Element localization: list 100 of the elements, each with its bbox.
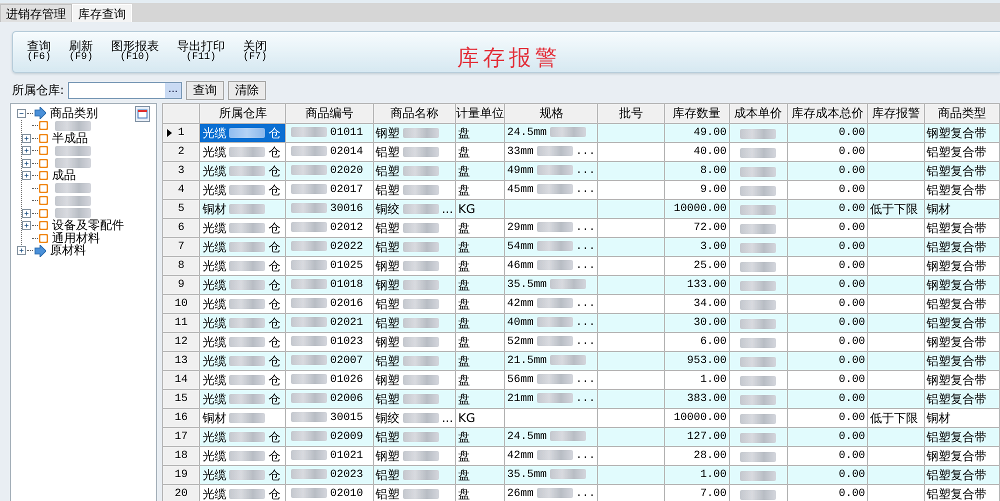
row-header[interactable]: 10 <box>162 294 200 314</box>
blurred-text <box>291 203 328 214</box>
table-cell: 0.00 <box>787 238 868 256</box>
cell-text: 铝塑 <box>376 392 400 406</box>
blurred-text <box>229 204 266 214</box>
cell-text: 01011 <box>330 127 364 139</box>
column-header[interactable]: 商品名称 <box>373 104 456 124</box>
cell-text: 02009 <box>330 431 364 443</box>
column-header[interactable]: 库存成本总价 <box>787 104 868 124</box>
cell-text: 45mm <box>507 184 534 196</box>
row-header[interactable]: 9 <box>162 276 200 294</box>
expand-icon[interactable] <box>22 158 31 168</box>
column-header[interactable]: 库存报警 <box>868 104 924 124</box>
expand-icon[interactable] <box>17 246 26 256</box>
expand-icon[interactable] <box>22 146 31 156</box>
row-header[interactable]: 3 <box>162 162 200 180</box>
row-header[interactable]: 18 <box>162 446 200 466</box>
cell-text: 光缆 <box>202 392 226 406</box>
row-header[interactable]: 1 <box>162 124 200 142</box>
cell-text: 光缆 <box>202 334 226 348</box>
blurred-text <box>740 432 776 443</box>
cell-text: 铜绞 <box>376 202 400 216</box>
cell-text: 49mm <box>507 165 534 177</box>
blurred-text <box>229 299 266 310</box>
node-icon <box>39 221 48 230</box>
row-header[interactable]: 6 <box>162 218 200 238</box>
table-cell: 0.00 <box>787 428 868 446</box>
blurred-text <box>536 260 573 270</box>
row-header[interactable]: 4 <box>162 180 200 200</box>
expand-icon[interactable] <box>22 134 31 143</box>
toolbar-button[interactable]: 图形报表 (F10) <box>107 40 164 64</box>
row-header[interactable]: 5 <box>162 200 200 218</box>
row-header[interactable]: 7 <box>162 238 200 256</box>
table-cell: 盘 <box>456 314 505 332</box>
cell-text: 光缆 <box>202 296 226 310</box>
blurred-text <box>229 394 266 404</box>
column-header[interactable]: 规格 <box>504 104 598 124</box>
table-cell: 盘 <box>456 238 505 256</box>
row-header[interactable]: 16 <box>162 408 200 428</box>
blurred-text <box>536 146 573 156</box>
row-header[interactable]: 20 <box>162 484 200 501</box>
blurred-text <box>291 279 328 290</box>
toolbar-button[interactable]: 关闭 (F7) <box>239 40 272 64</box>
blurred-text <box>291 488 328 498</box>
cell-text: 光缆 <box>202 240 226 254</box>
row-header[interactable]: 15 <box>162 390 200 408</box>
column-header[interactable]: 库存数量 <box>664 104 730 124</box>
expand-icon[interactable] <box>22 171 31 180</box>
warehouse-field[interactable]: ... <box>68 82 182 98</box>
column-header[interactable]: 所属仓库 <box>200 104 286 124</box>
table-cell: 铝塑复合带 <box>924 390 1000 408</box>
row-header[interactable]: 19 <box>162 466 200 484</box>
cell-text: 02010 <box>330 488 364 500</box>
blurred-text <box>291 222 328 232</box>
row-header[interactable]: 8 <box>162 256 200 276</box>
action-button[interactable]: 查询 <box>186 80 224 100</box>
column-header[interactable]: 商品编号 <box>286 104 374 124</box>
expand-icon[interactable] <box>22 208 31 218</box>
tab[interactable]: 库存查询 <box>72 4 132 22</box>
table-cell: 铝塑复合带 <box>924 466 1000 484</box>
cell-text: 仓 <box>268 486 280 500</box>
column-header[interactable]: 计量单位 <box>456 104 505 124</box>
column-header[interactable]: 成本单价 <box>729 104 788 124</box>
cell-text: 24.5mm <box>507 431 547 443</box>
window-icon[interactable] <box>135 106 150 122</box>
row-header[interactable]: 2 <box>162 142 200 162</box>
column-header[interactable]: 商品类型 <box>924 104 1000 124</box>
cell-text: 铜材 <box>202 410 226 424</box>
blurred-text <box>229 261 266 272</box>
tree-item[interactable]: 成品 <box>52 167 76 184</box>
row-header[interactable]: 12 <box>162 332 200 352</box>
toolbar-button[interactable]: 导出打印 (F11) <box>173 40 230 64</box>
cell-text: 光缆 <box>202 372 226 386</box>
table-cell: 低于下限 <box>868 200 924 218</box>
tree-item[interactable]: 商品类别 <box>50 104 98 122</box>
node-icon <box>39 196 48 206</box>
blurred-text <box>402 356 439 366</box>
column-header[interactable]: 批号 <box>598 104 664 124</box>
table-cell: 383.00 <box>664 390 730 408</box>
tab[interactable]: 进销存管理 <box>0 4 72 22</box>
picker-button[interactable]: ... <box>165 82 182 98</box>
blurred-text <box>229 166 266 176</box>
row-header[interactable]: 13 <box>162 352 200 370</box>
toolbar-button[interactable]: 刷新 (F9) <box>65 40 98 64</box>
cell-text: 仓 <box>268 144 280 158</box>
row-header[interactable]: 17 <box>162 428 200 446</box>
blurred-text <box>550 127 586 138</box>
blurred-text <box>55 120 91 131</box>
table-cell: 钢塑复合带 <box>924 276 1000 294</box>
cell-text: 54mm <box>507 241 534 253</box>
toolbar-button[interactable]: 查询 (F6) <box>23 40 56 64</box>
row-header[interactable]: 14 <box>162 370 200 390</box>
tree-item[interactable]: 半成品 <box>52 130 88 147</box>
cell-text: 仓 <box>268 468 280 482</box>
cell-text: ... <box>576 165 596 177</box>
expand-icon[interactable] <box>22 221 31 230</box>
collapse-icon[interactable] <box>17 108 26 118</box>
row-header[interactable]: 11 <box>162 314 200 332</box>
action-button[interactable]: 清除 <box>228 80 266 100</box>
cell-text: 仓 <box>268 296 280 310</box>
